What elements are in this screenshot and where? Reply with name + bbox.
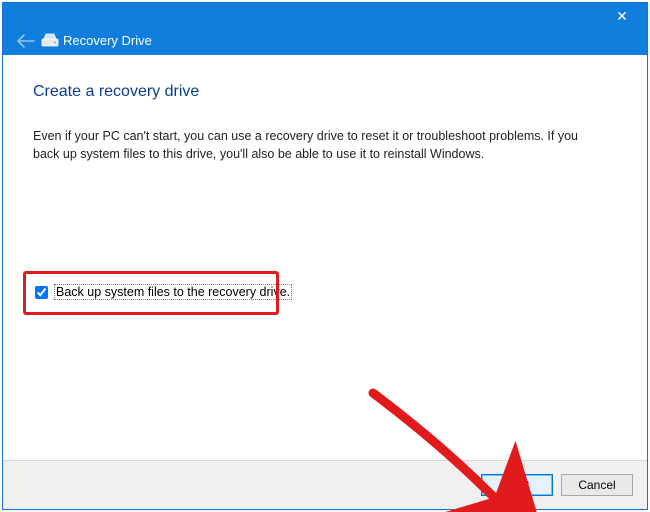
backup-checkbox-row[interactable]: Back up system files to the recovery dri… bbox=[33, 283, 294, 301]
backup-checkbox-label: Back up system files to the recovery dri… bbox=[54, 284, 292, 300]
page-heading: Create a recovery drive bbox=[33, 83, 617, 101]
cancel-button[interactable]: Cancel bbox=[561, 474, 633, 496]
drive-icon bbox=[41, 32, 59, 48]
close-icon: ✕ bbox=[616, 8, 628, 24]
page-description: Even if your PC can't start, you can use… bbox=[33, 127, 593, 163]
recovery-drive-window: ✕ Recovery Drive Create a recovery drive… bbox=[2, 2, 648, 510]
footer-button-bar: Next Cancel bbox=[3, 460, 647, 509]
close-button[interactable]: ✕ bbox=[607, 7, 637, 27]
titlebar: ✕ Recovery Drive bbox=[3, 3, 647, 55]
window-title: Recovery Drive bbox=[63, 33, 152, 48]
next-button[interactable]: Next bbox=[481, 474, 553, 496]
backup-checkbox[interactable] bbox=[35, 286, 48, 299]
content-area: Create a recovery drive Even if your PC … bbox=[3, 55, 647, 460]
back-button[interactable] bbox=[17, 34, 35, 48]
